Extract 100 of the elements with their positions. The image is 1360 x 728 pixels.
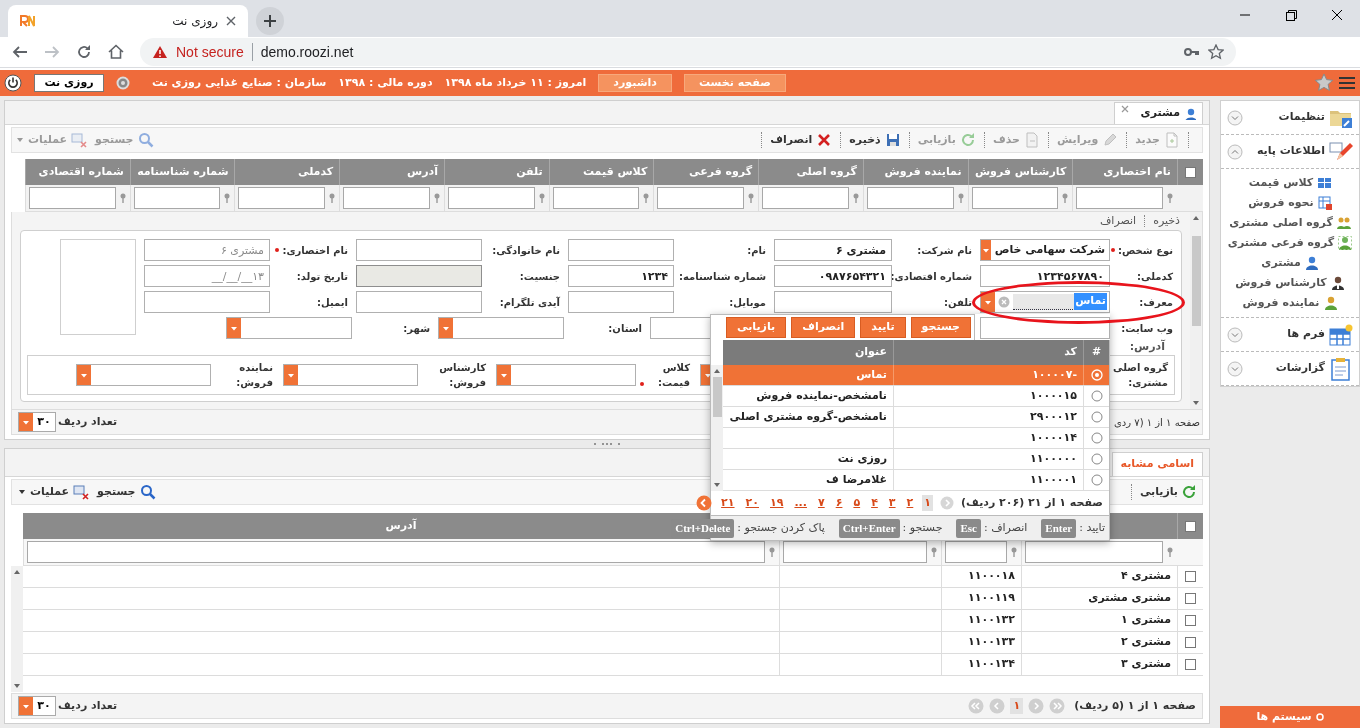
- scrollbar[interactable]: [1190, 212, 1202, 409]
- dropdown-button[interactable]: [439, 318, 453, 338]
- filter-icon[interactable]: [537, 193, 546, 203]
- first-page-icon[interactable]: [1049, 698, 1066, 714]
- filter-icon[interactable]: [1061, 193, 1070, 203]
- sidebar-section[interactable]: تنظیمات: [1221, 101, 1359, 135]
- radio-icon[interactable]: [1090, 411, 1103, 423]
- input-field[interactable]: مشتری ۶: [144, 239, 270, 261]
- page-link[interactable]: ۶: [833, 494, 845, 512]
- refresh-button[interactable]: بازیابی: [1139, 483, 1196, 501]
- filter-icon[interactable]: [223, 193, 232, 203]
- lookup-row[interactable]: ۱۰۰۰۰۱۴: [723, 428, 1109, 449]
- circle-icon[interactable]: [116, 76, 130, 90]
- next-page-icon[interactable]: [989, 698, 1006, 714]
- input-field[interactable]: [356, 291, 482, 313]
- filter-field[interactable]: [552, 187, 640, 209]
- user-button[interactable]: روزی نت: [34, 74, 104, 92]
- filter-icon[interactable]: [1166, 193, 1174, 203]
- page-link[interactable]: ...: [792, 494, 809, 512]
- input-field[interactable]: ۰۹۸۷۶۵۴۳۲۱: [774, 265, 892, 287]
- radio-icon[interactable]: [1090, 432, 1103, 444]
- page-link[interactable]: ۲: [904, 494, 916, 512]
- sidebar-item[interactable]: نماینده فروش: [1221, 293, 1359, 313]
- input-field[interactable]: [980, 317, 1110, 339]
- filter-field[interactable]: [133, 187, 221, 209]
- dropdown-button[interactable]: [497, 365, 511, 385]
- splitter-handle[interactable]: [592, 442, 622, 446]
- filter-field[interactable]: [783, 541, 927, 563]
- expand-icon[interactable]: [1227, 326, 1243, 343]
- sidebar-item[interactable]: گروه فرعی مشتری: [1221, 233, 1359, 253]
- checkbox[interactable]: [1185, 593, 1196, 604]
- input-field[interactable]: [356, 239, 482, 261]
- sidebar-item[interactable]: کلاس قیمت: [1221, 173, 1359, 193]
- filter-field[interactable]: [238, 187, 326, 209]
- dropdown-field[interactable]: [496, 364, 636, 386]
- close-icon[interactable]: [226, 16, 236, 27]
- scrollbar-thumb[interactable]: [1191, 236, 1201, 326]
- expand-icon[interactable]: [1227, 360, 1243, 377]
- filter-field[interactable]: [447, 187, 535, 209]
- filter-field[interactable]: [762, 187, 849, 209]
- search-button[interactable]: جستجو: [97, 483, 156, 501]
- filter-field[interactable]: [866, 187, 954, 209]
- page-link[interactable]: ۱۹: [768, 494, 786, 512]
- input-field[interactable]: [144, 291, 270, 313]
- rows-per-page-select[interactable]: ۳۰: [18, 696, 56, 716]
- radio-icon[interactable]: [1090, 453, 1103, 465]
- input-field[interactable]: ۱۲۳۴۵۶۷۸۹۰: [980, 265, 1110, 287]
- input-field[interactable]: [774, 291, 892, 313]
- input-field[interactable]: مشتری ۶: [774, 239, 892, 261]
- dropdown-field[interactable]: شرکت سهامی خاص: [980, 239, 1110, 261]
- previous-page-icon[interactable]: [1028, 698, 1045, 714]
- dropdown-button[interactable]: [77, 365, 91, 385]
- lookup-row[interactable]: ۱۱۰۰۰۰۱ غلامرضا ف: [723, 470, 1109, 491]
- clear-icon[interactable]: [998, 296, 1010, 308]
- save-button[interactable]: ذخیره: [849, 131, 901, 149]
- filter-icon[interactable]: [956, 193, 965, 203]
- checkbox[interactable]: [1185, 615, 1196, 626]
- lookup-row[interactable]: ۲۹۰۰۰۱۲ نامشخص-گروه مشتری اصلی: [723, 407, 1109, 428]
- filter-field[interactable]: [1076, 187, 1163, 209]
- lookup-row[interactable]: ۱۱۰۰۰۰۰ روزی نت: [723, 449, 1109, 470]
- lookup-row[interactable]: ۱۰۰۰۰۱۵ نامشخص-نماینده فروش: [723, 386, 1109, 407]
- filter-icon[interactable]: [747, 193, 756, 203]
- dropdown-field[interactable]: [438, 317, 564, 339]
- checkbox[interactable]: [1185, 166, 1196, 178]
- sidebar-section[interactable]: گزارشات: [1221, 352, 1359, 386]
- dropdown-button[interactable]: [980, 240, 991, 260]
- dropdown-button[interactable]: [981, 292, 995, 312]
- input-field[interactable]: ۱۳__/__/__: [144, 265, 270, 287]
- filter-icon[interactable]: [642, 193, 651, 203]
- filter-field[interactable]: [27, 541, 765, 563]
- previous-page-icon[interactable]: [940, 496, 954, 510]
- last-page-icon[interactable]: [968, 698, 985, 714]
- filter-field[interactable]: [657, 187, 745, 209]
- radio-icon[interactable]: [1090, 390, 1103, 402]
- expand-icon[interactable]: [1227, 109, 1243, 126]
- page-link[interactable]: ۵: [851, 494, 863, 512]
- sidebar-item[interactable]: مشتری: [1221, 253, 1359, 273]
- filter-icon[interactable]: [1166, 547, 1174, 557]
- page-link[interactable]: ۷: [815, 494, 827, 512]
- scrollbar[interactable]: [11, 566, 23, 692]
- operations-button[interactable]: عملیات: [18, 483, 90, 501]
- filter-field[interactable]: [29, 187, 116, 209]
- home-icon[interactable]: [108, 44, 124, 61]
- page-link[interactable]: ۴: [869, 494, 880, 512]
- filter-field[interactable]: [971, 187, 1059, 209]
- filter-icon[interactable]: [851, 193, 860, 203]
- dropdown-button[interactable]: [227, 318, 241, 338]
- filter-icon[interactable]: [1010, 547, 1018, 557]
- tab[interactable]: اسامی مشابه: [1111, 452, 1203, 476]
- sidebar-item[interactable]: گروه اصلی مشتری: [1221, 213, 1359, 233]
- close-icon[interactable]: [1120, 105, 1129, 113]
- new-tab-button[interactable]: [256, 7, 284, 36]
- key-icon[interactable]: [1184, 47, 1200, 58]
- checkbox[interactable]: [1185, 659, 1196, 670]
- filter-field[interactable]: [1025, 541, 1163, 563]
- cancel-link[interactable]: انصراف: [1099, 212, 1137, 230]
- scrollbar[interactable]: [711, 365, 723, 491]
- input-field[interactable]: [568, 239, 674, 261]
- filter-icon[interactable]: [768, 547, 776, 557]
- sidebar-item[interactable]: کارشناس فروش: [1221, 273, 1359, 293]
